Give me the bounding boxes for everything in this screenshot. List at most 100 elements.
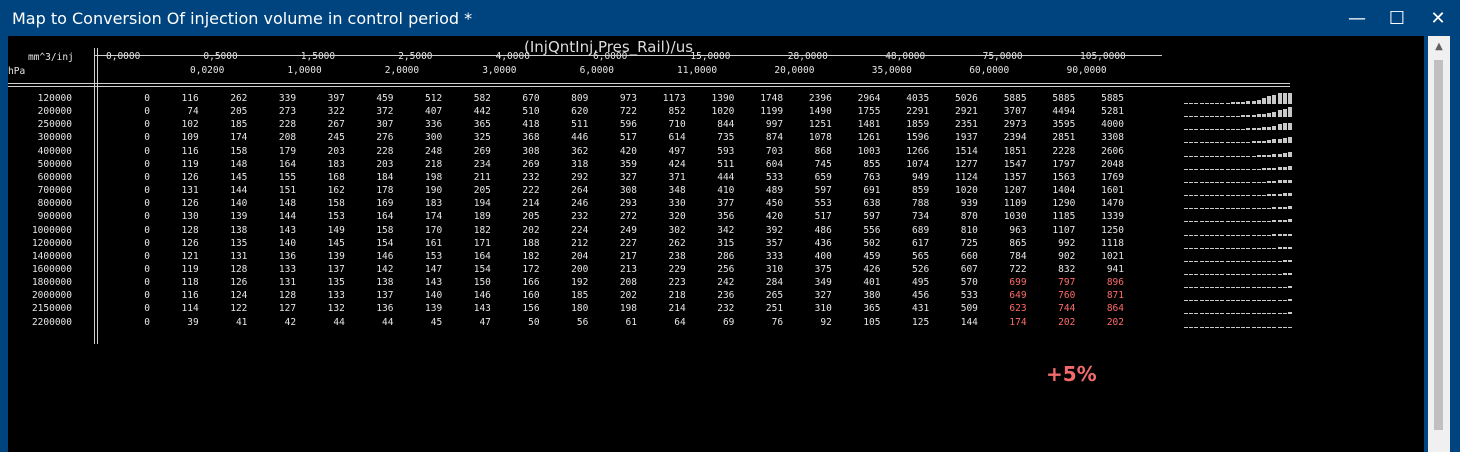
table-cell[interactable]: 184	[346, 172, 393, 183]
table-cell[interactable]: 171	[443, 238, 491, 249]
table-cell[interactable]: 0	[102, 198, 150, 209]
table-cell[interactable]: 198	[589, 303, 637, 314]
table-cell[interactable]: 143	[248, 225, 296, 236]
table-cell[interactable]: 213	[589, 264, 637, 275]
table-cell[interactable]: 119	[151, 264, 199, 275]
table-cell[interactable]: 372	[346, 106, 393, 117]
table-cell[interactable]: 307	[346, 119, 393, 130]
table-cell[interactable]: 1390	[686, 93, 735, 104]
table-cell[interactable]: 131	[248, 277, 296, 288]
table-cell[interactable]: 339	[248, 93, 296, 104]
table-cell[interactable]: 170	[394, 225, 442, 236]
table-cell[interactable]: 2396	[784, 93, 832, 104]
table-cell[interactable]: 809	[540, 93, 588, 104]
table-cell[interactable]: 140	[248, 238, 296, 249]
table-cell[interactable]: 249	[589, 225, 637, 236]
table-cell[interactable]: 5885	[1027, 93, 1075, 104]
table-cell[interactable]: 130	[151, 211, 199, 222]
table-cell[interactable]: 116	[151, 290, 199, 301]
table-cell[interactable]: 182	[443, 225, 491, 236]
table-cell[interactable]: 444	[686, 172, 734, 183]
table-cell[interactable]: 150	[443, 277, 491, 288]
table-cell[interactable]: 0	[102, 211, 150, 222]
table-cell[interactable]: 264	[540, 185, 588, 196]
table-cell[interactable]: 356	[686, 211, 734, 222]
table-cell[interactable]: 607	[930, 264, 978, 275]
table-cell[interactable]: 138	[199, 225, 247, 236]
table-cell[interactable]: 202	[589, 290, 637, 301]
table-cell[interactable]: 223	[638, 277, 686, 288]
table-cell[interactable]: 161	[394, 238, 442, 249]
table-cell[interactable]: 1514	[930, 146, 978, 157]
table-cell[interactable]: 330	[638, 198, 686, 209]
table-cell[interactable]: 269	[492, 159, 539, 170]
table-cell[interactable]: 5885	[979, 93, 1027, 104]
table-cell[interactable]: 597	[833, 211, 880, 222]
table-cell[interactable]: 158	[297, 198, 345, 209]
table-cell[interactable]: 852	[638, 106, 686, 117]
table-cell[interactable]: 154	[346, 238, 393, 249]
table-cell[interactable]: 202	[492, 225, 539, 236]
table-cell[interactable]: 400	[784, 251, 832, 262]
table-cell[interactable]: 236	[686, 290, 734, 301]
table-cell[interactable]: 132	[297, 303, 345, 314]
table-cell[interactable]: 198	[394, 172, 442, 183]
table-cell[interactable]: 722	[589, 106, 637, 117]
table-cell[interactable]: 183	[297, 159, 345, 170]
table-cell[interactable]: 151	[248, 185, 296, 196]
table-cell[interactable]: 533	[930, 290, 978, 301]
table-cell[interactable]: 218	[394, 159, 442, 170]
table-cell[interactable]: 224	[540, 225, 588, 236]
title-bar[interactable]: Map to Conversion Of injection volume in…	[0, 0, 1460, 36]
table-cell[interactable]: 699	[979, 277, 1026, 288]
table-cell[interactable]: 1003	[833, 146, 881, 157]
table-cell[interactable]: 670	[492, 93, 539, 104]
table-cell[interactable]: 217	[589, 251, 637, 262]
table-cell[interactable]: 128	[151, 225, 199, 236]
table-cell[interactable]: 1339	[1076, 211, 1124, 222]
table-cell[interactable]: 0	[102, 185, 150, 196]
table-cell[interactable]: 659	[784, 172, 832, 183]
table-cell[interactable]: 2228	[1027, 146, 1075, 157]
table-cell[interactable]: 119	[151, 159, 199, 170]
table-cell[interactable]: 169	[346, 198, 393, 209]
table-cell[interactable]: 459	[833, 251, 880, 262]
table-cell[interactable]: 392	[735, 225, 783, 236]
table-cell[interactable]: 211	[443, 172, 491, 183]
table-cell[interactable]: 102	[151, 119, 199, 130]
table-cell[interactable]: 1859	[881, 119, 929, 130]
table-cell[interactable]: 149	[297, 225, 345, 236]
table-cell[interactable]: 870	[930, 211, 978, 222]
table-cell[interactable]: 229	[638, 264, 686, 275]
table-cell[interactable]: 1185	[1027, 211, 1075, 222]
table-cell[interactable]: 0	[102, 303, 150, 314]
table-cell[interactable]: 327	[784, 290, 832, 301]
table-cell[interactable]: 1261	[833, 132, 881, 143]
table-cell[interactable]: 310	[735, 264, 783, 275]
table-cell[interactable]: 179	[248, 146, 296, 157]
table-cell[interactable]: 0	[102, 132, 150, 143]
table-cell[interactable]: 844	[686, 119, 734, 130]
table-cell[interactable]: 874	[735, 132, 783, 143]
close-button[interactable]: ✕	[1421, 6, 1455, 32]
table-cell[interactable]: 502	[833, 238, 880, 249]
table-cell[interactable]: 204	[540, 251, 588, 262]
table-cell[interactable]: 190	[394, 185, 442, 196]
table-cell[interactable]: 1937	[930, 132, 978, 143]
table-cell[interactable]: 148	[248, 198, 296, 209]
table-cell[interactable]: 76	[735, 317, 783, 328]
table-cell[interactable]: 495	[881, 277, 929, 288]
table-cell[interactable]: 436	[784, 238, 832, 249]
table-cell[interactable]: 357	[735, 238, 783, 249]
table-cell[interactable]: 128	[248, 290, 296, 301]
table-cell[interactable]: 256	[686, 264, 734, 275]
table-cell[interactable]: 5281	[1076, 106, 1124, 117]
table-cell[interactable]: 214	[492, 198, 539, 209]
table-cell[interactable]: 232	[540, 211, 588, 222]
table-cell[interactable]: 267	[297, 119, 345, 130]
table-cell[interactable]: 397	[297, 93, 345, 104]
table-cell[interactable]: 182	[492, 251, 539, 262]
table-cell[interactable]: 327	[589, 172, 637, 183]
table-cell[interactable]: 1266	[881, 146, 929, 157]
table-cell[interactable]: 5885	[1076, 93, 1124, 104]
